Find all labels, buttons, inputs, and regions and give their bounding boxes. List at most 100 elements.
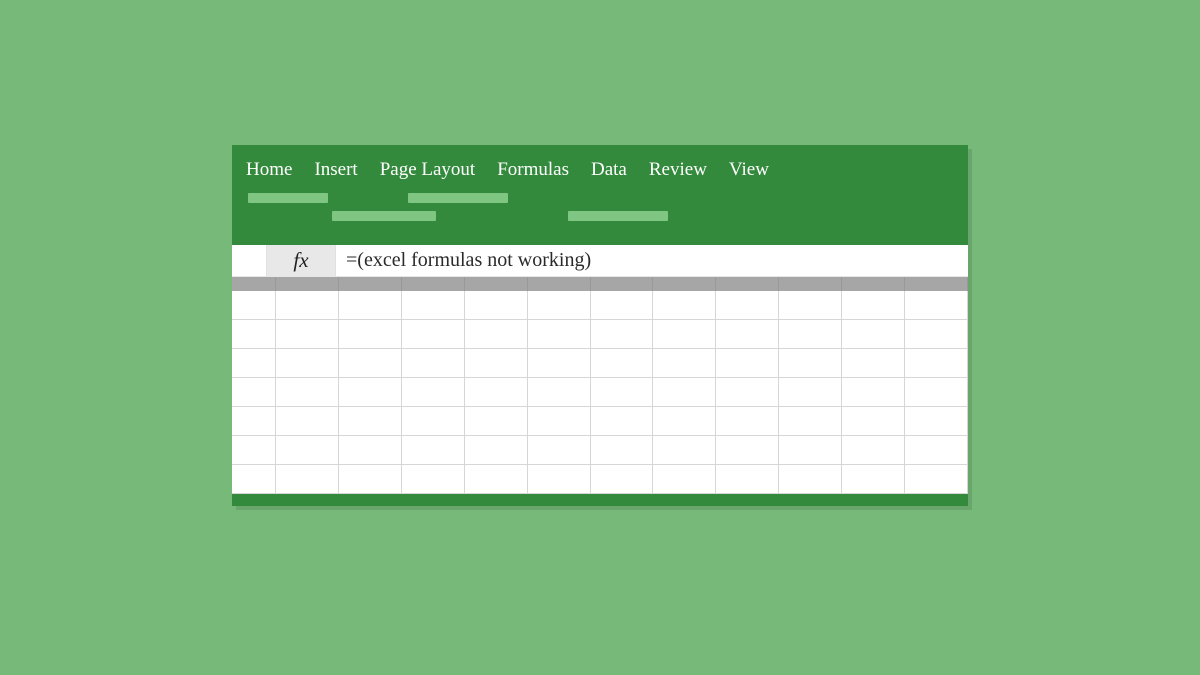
name-box[interactable] bbox=[232, 245, 266, 276]
cell[interactable] bbox=[653, 291, 716, 320]
cell[interactable] bbox=[842, 320, 905, 349]
row-header[interactable] bbox=[232, 407, 276, 436]
column-header[interactable] bbox=[465, 277, 528, 291]
row-header[interactable] bbox=[232, 436, 276, 465]
tab-home[interactable]: Home bbox=[246, 159, 292, 181]
tab-page-layout[interactable]: Page Layout bbox=[380, 159, 476, 181]
cell[interactable] bbox=[339, 320, 402, 349]
cell[interactable] bbox=[716, 378, 779, 407]
cell[interactable] bbox=[339, 407, 402, 436]
cell[interactable] bbox=[591, 378, 654, 407]
cell[interactable] bbox=[842, 465, 905, 494]
row-header[interactable] bbox=[232, 291, 276, 320]
column-header[interactable] bbox=[653, 277, 716, 291]
cell[interactable] bbox=[905, 320, 968, 349]
cell[interactable] bbox=[402, 378, 465, 407]
column-header[interactable] bbox=[591, 277, 654, 291]
cell[interactable] bbox=[276, 436, 339, 465]
cell[interactable] bbox=[339, 436, 402, 465]
cell[interactable] bbox=[716, 465, 779, 494]
cell[interactable] bbox=[653, 407, 716, 436]
tab-insert[interactable]: Insert bbox=[314, 159, 357, 181]
column-header[interactable] bbox=[402, 277, 465, 291]
cell[interactable] bbox=[591, 320, 654, 349]
cell[interactable] bbox=[905, 349, 968, 378]
cell[interactable] bbox=[276, 465, 339, 494]
cell[interactable] bbox=[528, 349, 591, 378]
cell[interactable] bbox=[402, 407, 465, 436]
cell[interactable] bbox=[716, 349, 779, 378]
cell[interactable] bbox=[779, 436, 842, 465]
cell[interactable] bbox=[591, 349, 654, 378]
cell[interactable] bbox=[528, 407, 591, 436]
cell[interactable] bbox=[402, 320, 465, 349]
row-header[interactable] bbox=[232, 320, 276, 349]
cell[interactable] bbox=[276, 378, 339, 407]
cell[interactable] bbox=[528, 291, 591, 320]
cell[interactable] bbox=[653, 465, 716, 494]
cell[interactable] bbox=[779, 465, 842, 494]
row-header[interactable] bbox=[232, 465, 276, 494]
row-header[interactable] bbox=[232, 349, 276, 378]
cell[interactable] bbox=[339, 349, 402, 378]
cell[interactable] bbox=[905, 291, 968, 320]
column-header[interactable] bbox=[905, 277, 968, 291]
cell[interactable] bbox=[528, 378, 591, 407]
cell[interactable] bbox=[339, 378, 402, 407]
column-header[interactable] bbox=[779, 277, 842, 291]
cell[interactable] bbox=[779, 320, 842, 349]
cell[interactable] bbox=[716, 291, 779, 320]
cell[interactable] bbox=[276, 320, 339, 349]
cell[interactable] bbox=[905, 436, 968, 465]
cell[interactable] bbox=[465, 407, 528, 436]
cell[interactable] bbox=[842, 436, 905, 465]
cell[interactable] bbox=[653, 320, 716, 349]
cell[interactable] bbox=[465, 378, 528, 407]
cell[interactable] bbox=[465, 320, 528, 349]
cell[interactable] bbox=[528, 465, 591, 494]
cell[interactable] bbox=[591, 465, 654, 494]
cell[interactable] bbox=[528, 320, 591, 349]
cell[interactable] bbox=[842, 407, 905, 436]
cell[interactable] bbox=[842, 291, 905, 320]
cell[interactable] bbox=[591, 407, 654, 436]
cell[interactable] bbox=[779, 378, 842, 407]
cell[interactable] bbox=[528, 436, 591, 465]
cell[interactable] bbox=[465, 436, 528, 465]
cell[interactable] bbox=[339, 291, 402, 320]
cell[interactable] bbox=[402, 291, 465, 320]
cell[interactable] bbox=[779, 407, 842, 436]
cell[interactable] bbox=[905, 407, 968, 436]
cell[interactable] bbox=[465, 291, 528, 320]
select-all-corner[interactable] bbox=[232, 277, 276, 291]
cell[interactable] bbox=[779, 349, 842, 378]
spreadsheet-grid[interactable] bbox=[232, 291, 968, 494]
cell[interactable] bbox=[402, 436, 465, 465]
column-header[interactable] bbox=[528, 277, 591, 291]
cell[interactable] bbox=[339, 465, 402, 494]
cell[interactable] bbox=[653, 378, 716, 407]
cell[interactable] bbox=[465, 349, 528, 378]
cell[interactable] bbox=[276, 291, 339, 320]
cell[interactable] bbox=[402, 465, 465, 494]
cell[interactable] bbox=[779, 291, 842, 320]
cell[interactable] bbox=[905, 378, 968, 407]
tab-review[interactable]: Review bbox=[649, 159, 707, 181]
formula-input[interactable] bbox=[336, 245, 968, 276]
cell[interactable] bbox=[465, 465, 528, 494]
tab-formulas[interactable]: Formulas bbox=[497, 159, 569, 181]
cell[interactable] bbox=[716, 436, 779, 465]
row-header[interactable] bbox=[232, 378, 276, 407]
cell[interactable] bbox=[591, 291, 654, 320]
fx-icon[interactable]: fx bbox=[266, 245, 336, 276]
column-header[interactable] bbox=[276, 277, 339, 291]
cell[interactable] bbox=[842, 349, 905, 378]
cell[interactable] bbox=[653, 436, 716, 465]
column-header[interactable] bbox=[842, 277, 905, 291]
cell[interactable] bbox=[276, 349, 339, 378]
cell[interactable] bbox=[653, 349, 716, 378]
cell[interactable] bbox=[402, 349, 465, 378]
cell[interactable] bbox=[842, 378, 905, 407]
cell[interactable] bbox=[716, 407, 779, 436]
tab-data[interactable]: Data bbox=[591, 159, 627, 181]
